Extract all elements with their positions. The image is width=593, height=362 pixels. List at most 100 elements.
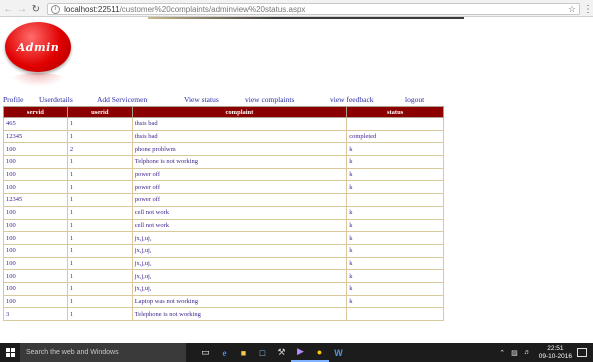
cell-complaint: thsis bad	[131, 129, 348, 144]
table-row: 465 1 thsis bad	[3, 117, 444, 131]
column-header-userid: userid	[66, 106, 133, 118]
cell-servid: 100	[3, 281, 68, 296]
edge-icon[interactable]: e	[215, 343, 234, 362]
cell-servid: 100	[3, 142, 68, 157]
cell-userid: 1	[66, 155, 133, 169]
admin-logo: Admin	[5, 22, 71, 72]
table-row: 12345 1 power off	[3, 193, 444, 207]
cell-status: k	[346, 218, 444, 233]
cell-complaint: Telphone is not working	[131, 155, 348, 169]
taskbar-clock[interactable]: 22:51 09-10-2016	[539, 345, 572, 361]
word-icon[interactable]: W	[329, 343, 348, 362]
start-button[interactable]	[0, 343, 20, 362]
back-icon[interactable]: ←	[3, 4, 14, 15]
clock-date: 09-10-2016	[538, 352, 572, 360]
cell-servid: 12345	[3, 129, 68, 144]
store-icon[interactable]: □	[253, 343, 272, 362]
forward-icon[interactable]: →	[17, 4, 28, 15]
cell-complaint: jx,j,uj,	[131, 231, 348, 245]
nav-link-view-complaints[interactable]: view complaints	[245, 95, 294, 104]
cell-status: k	[346, 142, 444, 157]
clock-time: 22:51	[547, 344, 564, 352]
cell-servid: 3	[3, 307, 68, 321]
cell-servid: 100	[3, 269, 68, 283]
table-row: 100 1 Telphone is not working k	[3, 155, 444, 169]
network-icon[interactable]: ▨	[511, 349, 518, 357]
windows-taskbar: Search the web and Windows ▭ e ■ □ ⚒ ▶ ●…	[0, 343, 593, 362]
cell-userid: 1	[66, 129, 133, 144]
tools-icon[interactable]: ⚒	[272, 343, 291, 362]
column-header-servid: servid	[3, 106, 68, 118]
nav-link-userdetails[interactable]: Userdetails	[39, 95, 73, 104]
cell-servid: 100	[3, 294, 68, 309]
volume-icon[interactable]: ♬	[524, 349, 531, 356]
show-hidden-icons-icon[interactable]: ⌃	[499, 349, 505, 357]
cell-userid: 2	[66, 142, 133, 157]
cell-status	[346, 193, 444, 207]
cell-status: k	[346, 256, 444, 271]
table-row: 100 1 cell not work k	[3, 205, 444, 220]
table-row: 100 1 cell not work k	[3, 218, 444, 233]
table-body: 465 1 thsis bad 12345 1 thsis bad completed 100…	[3, 117, 444, 321]
cell-servid: 100	[3, 167, 68, 182]
nav-link-add-servicemen[interactable]: Add Servicemen	[97, 95, 147, 104]
cell-complaint: power off	[131, 193, 348, 207]
table-row: 100 1 jx,j,uj, k	[3, 281, 444, 296]
table-row: 100 1 jx,j,uj, k	[3, 243, 444, 258]
cell-userid: 1	[66, 193, 133, 207]
cell-status	[346, 307, 444, 321]
cell-userid: 1	[66, 307, 133, 321]
nav-link-view-feedback[interactable]: view feedback	[330, 95, 374, 104]
url-path: /customer%20complaints/adminview%20statu…	[119, 4, 306, 14]
table-row: 100 1 Laptop was not working k	[3, 294, 444, 309]
table-row: 3 1 Telephone is not working	[3, 307, 444, 321]
cell-complaint: jx,j,uj,	[131, 256, 348, 271]
address-bar[interactable]: i localhost:22511/customer%20complaints/…	[47, 3, 581, 15]
chrome-icon[interactable]: ●	[310, 343, 329, 362]
nav-link-profile[interactable]: Profile	[3, 95, 23, 104]
cell-complaint: Laptop was not working	[131, 294, 348, 309]
nav-link-logout[interactable]: logout	[405, 95, 424, 104]
action-center-icon[interactable]	[577, 348, 587, 357]
cell-status: completed	[346, 129, 444, 144]
url-text[interactable]: localhost:22511/customer%20complaints/ad…	[64, 5, 305, 14]
taskbar-search-box[interactable]: Search the web and Windows	[20, 343, 186, 362]
cell-status: k	[346, 243, 444, 258]
cell-status	[346, 117, 444, 131]
url-host: localhost:22511	[64, 4, 120, 14]
visual-studio-icon[interactable]: ▶	[291, 343, 310, 362]
cell-userid: 1	[66, 218, 133, 233]
cell-servid: 465	[3, 117, 68, 131]
column-header-status: status	[346, 106, 444, 118]
table-row: 12345 1 thsis bad completed	[3, 129, 444, 144]
cell-servid: 100	[3, 155, 68, 169]
reload-icon[interactable]: ↻	[30, 4, 41, 15]
page-info-icon[interactable]: i	[51, 4, 61, 14]
table-row: 100 1 jx,j,uj, k	[3, 256, 444, 271]
table-row: 100 1 jx,j,uj, k	[3, 269, 444, 283]
cell-userid: 1	[66, 167, 133, 182]
browser-menu-icon[interactable]: ⋮	[583, 4, 593, 15]
cell-complaint: jx,j,uj,	[131, 269, 348, 283]
cell-status: k	[346, 167, 444, 182]
cell-servid: 100	[3, 231, 68, 245]
cell-status: k	[346, 205, 444, 220]
table-row: 100 2 phone problwm k	[3, 142, 444, 157]
task-view-icon[interactable]: ▭	[196, 343, 215, 362]
windows-logo-icon	[5, 348, 15, 357]
cell-complaint: power off	[131, 167, 348, 182]
status-table: servid userid complaint status 465 1 thsis…	[3, 106, 444, 321]
cell-userid: 1	[66, 243, 133, 258]
logo-text: Admin	[16, 40, 60, 54]
table-row: 100 1 power off k	[3, 167, 444, 182]
cell-status: k	[346, 269, 444, 283]
nav-link-view-status[interactable]: View status	[184, 95, 219, 104]
cell-status: k	[346, 180, 444, 195]
cell-complaint: power off	[131, 180, 348, 195]
cell-status: k	[346, 294, 444, 309]
file-explorer-icon[interactable]: ■	[234, 343, 253, 362]
cell-complaint: cell not work	[131, 218, 348, 233]
cell-servid: 100	[3, 218, 68, 233]
cell-servid: 12345	[3, 193, 68, 207]
bookmark-star-icon[interactable]: ☆	[568, 4, 576, 15]
